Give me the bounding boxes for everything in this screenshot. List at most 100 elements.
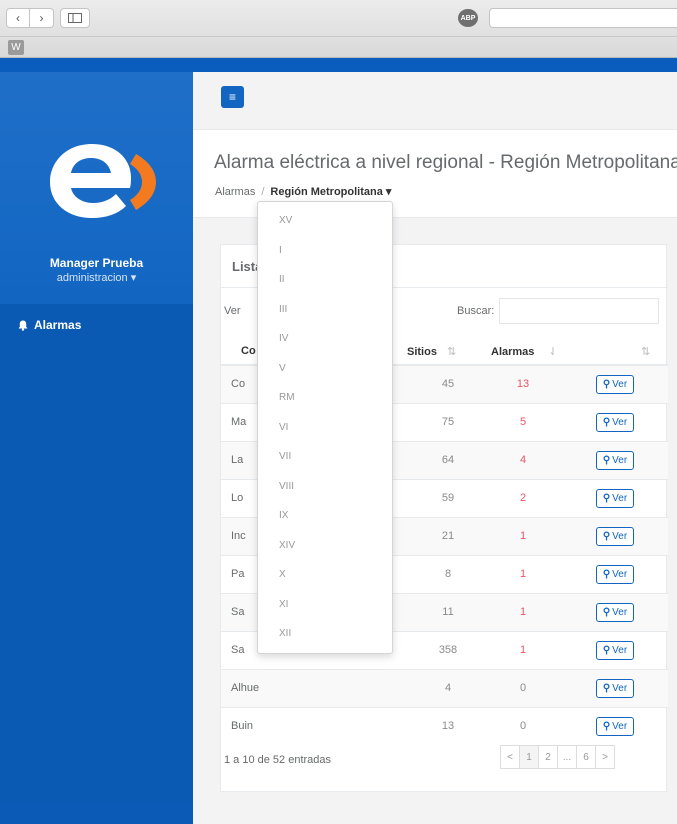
region-option[interactable]: XI bbox=[279, 599, 288, 610]
sort-icon: ⇅ bbox=[641, 346, 651, 358]
favicon-bookmark[interactable]: W bbox=[8, 40, 24, 55]
pagination-item[interactable]: > bbox=[595, 745, 615, 769]
cell-comuna: Inc bbox=[231, 530, 246, 542]
search-icon: ⚲ bbox=[602, 683, 611, 694]
cell-alarmas: 0 bbox=[519, 682, 527, 694]
forward-button[interactable]: › bbox=[30, 8, 54, 28]
ver-button[interactable]: ⚲ Ver bbox=[596, 375, 634, 394]
chevron-left-icon: ‹ bbox=[16, 11, 20, 25]
cell-alarmas: 5 bbox=[519, 416, 527, 428]
region-option[interactable]: III bbox=[279, 304, 287, 315]
region-option[interactable]: I bbox=[279, 245, 282, 256]
column-header-comuna[interactable]: Co bbox=[241, 345, 256, 357]
search-input[interactable] bbox=[499, 298, 659, 324]
cell-sitios: 45 bbox=[441, 378, 455, 390]
region-option[interactable]: VI bbox=[279, 422, 288, 433]
ver-button[interactable]: ⚲ Ver bbox=[596, 527, 634, 546]
region-option[interactable]: VIII bbox=[279, 481, 294, 492]
pagination: <1 2... 6 > bbox=[500, 745, 615, 769]
caret-down-icon: ▾ bbox=[130, 272, 137, 284]
pagination-item[interactable]: 1 bbox=[519, 745, 539, 769]
user-name: Manager Prueba bbox=[49, 256, 144, 270]
sidebar-toggle-button[interactable] bbox=[60, 8, 90, 28]
region-option[interactable]: VII bbox=[279, 451, 291, 462]
user-role-dropdown[interactable]: administracion ▾ bbox=[0, 271, 193, 284]
back-button[interactable]: ‹ bbox=[6, 8, 30, 28]
ver-button-label: Ver bbox=[612, 531, 628, 542]
url-bar[interactable] bbox=[489, 8, 677, 28]
cell-comuna: Pa bbox=[231, 568, 245, 580]
search-icon: ⚲ bbox=[602, 417, 611, 428]
brand-logo bbox=[50, 144, 156, 218]
browser-chrome: ‹ › ABP W bbox=[0, 0, 677, 58]
chevron-right-icon: › bbox=[39, 11, 44, 25]
region-option[interactable]: X bbox=[279, 569, 286, 580]
cell-comuna: Alhue bbox=[231, 682, 260, 694]
cell-sitios: 21 bbox=[441, 530, 455, 542]
cell-alarmas: 1 bbox=[519, 568, 527, 580]
pagination-item[interactable]: < bbox=[500, 745, 520, 769]
ver-button[interactable]: ⚲ Ver bbox=[596, 717, 634, 736]
cell-comuna: Ma bbox=[231, 416, 247, 428]
cell-sitios: 64 bbox=[441, 454, 455, 466]
breadcrumb-root[interactable]: Alarmas bbox=[215, 186, 255, 198]
cell-sitios: 13 bbox=[441, 720, 455, 732]
ver-button-label: Ver bbox=[612, 607, 628, 618]
search-label: Buscar: bbox=[457, 305, 495, 317]
ver-button-label: Ver bbox=[612, 455, 628, 466]
sidebar: Manager Prueba administracion ▾ Alarmas bbox=[0, 72, 193, 824]
cell-sitios: 358 bbox=[438, 644, 458, 656]
pagination-item[interactable]: 2 bbox=[538, 745, 558, 769]
browser-nav: ‹ › bbox=[6, 8, 90, 28]
ver-button-label: Ver bbox=[612, 683, 628, 694]
user-role-label: administracion bbox=[56, 272, 128, 284]
breadcrumb-separator: / bbox=[261, 185, 265, 198]
ver-button-label: Ver bbox=[612, 493, 628, 504]
ver-button[interactable]: ⚲ Ver bbox=[596, 451, 634, 470]
cell-sitios: 8 bbox=[444, 568, 452, 580]
ver-button[interactable]: ⚲ Ver bbox=[596, 413, 634, 432]
region-option[interactable]: XV bbox=[279, 215, 292, 226]
ver-button[interactable]: ⚲ Ver bbox=[596, 489, 634, 508]
ver-button-label: Ver bbox=[612, 417, 628, 428]
region-dropdown-menu: XV I II III IV V RM VI VII VIII IX XIV X XI XII bbox=[257, 201, 393, 654]
region-option[interactable]: XIV bbox=[279, 540, 295, 551]
sidebar-icon bbox=[68, 13, 82, 23]
ver-button[interactable]: ⚲ Ver bbox=[596, 603, 634, 622]
cell-sitios: 75 bbox=[441, 416, 455, 428]
region-option[interactable]: XII bbox=[279, 628, 291, 639]
cell-comuna: Lo bbox=[231, 492, 244, 504]
adblock-icon[interactable]: ABP bbox=[458, 9, 478, 27]
ver-button[interactable]: ⚲ Ver bbox=[596, 565, 634, 584]
column-header-alarmas[interactable]: Alarmas ⇃ bbox=[491, 345, 558, 358]
cell-alarmas: 13 bbox=[516, 378, 530, 390]
cell-sitios: 4 bbox=[444, 682, 452, 694]
bookmarks-bar: W bbox=[0, 36, 677, 58]
ver-button-label: Ver bbox=[612, 379, 628, 390]
breadcrumb: Alarmas / Región Metropolitana ▾ bbox=[215, 185, 391, 199]
ver-button[interactable]: ⚲ Ver bbox=[596, 641, 634, 660]
region-option[interactable]: IX bbox=[279, 510, 288, 521]
ver-button[interactable]: ⚲ Ver bbox=[596, 679, 634, 698]
show-entries-label: Ver bbox=[224, 305, 241, 317]
region-option[interactable]: RM bbox=[279, 392, 295, 403]
table-row: Alhue 4 0 ⚲ Ver bbox=[221, 669, 668, 707]
page-title: Alarma eléctrica a nivel regional - Regi… bbox=[214, 152, 677, 173]
region-option[interactable]: II bbox=[279, 274, 285, 285]
ver-button-label: Ver bbox=[612, 569, 628, 580]
caret-down-icon: ▾ bbox=[385, 186, 392, 198]
pagination-item[interactable]: ... bbox=[557, 745, 577, 769]
breadcrumb-region-dropdown[interactable]: Región Metropolitana ▾ bbox=[270, 185, 391, 198]
region-option[interactable]: V bbox=[279, 363, 286, 374]
column-label: Sitios bbox=[407, 346, 437, 358]
search-icon: ⚲ bbox=[602, 607, 611, 618]
column-header-action[interactable]: ⇅ bbox=[631, 345, 650, 358]
region-option[interactable]: IV bbox=[279, 333, 288, 344]
sort-icon: ⇅ bbox=[446, 346, 457, 358]
pagination-item[interactable]: 6 bbox=[576, 745, 596, 769]
column-header-sitios[interactable]: Sitios ⇅ bbox=[407, 345, 456, 358]
hamburger-icon: ≡ bbox=[228, 90, 236, 104]
menu-toggle-button[interactable]: ≡ bbox=[221, 86, 244, 108]
sidebar-item-alarmas[interactable]: Alarmas bbox=[18, 318, 81, 332]
cell-sitios: 11 bbox=[442, 606, 454, 618]
